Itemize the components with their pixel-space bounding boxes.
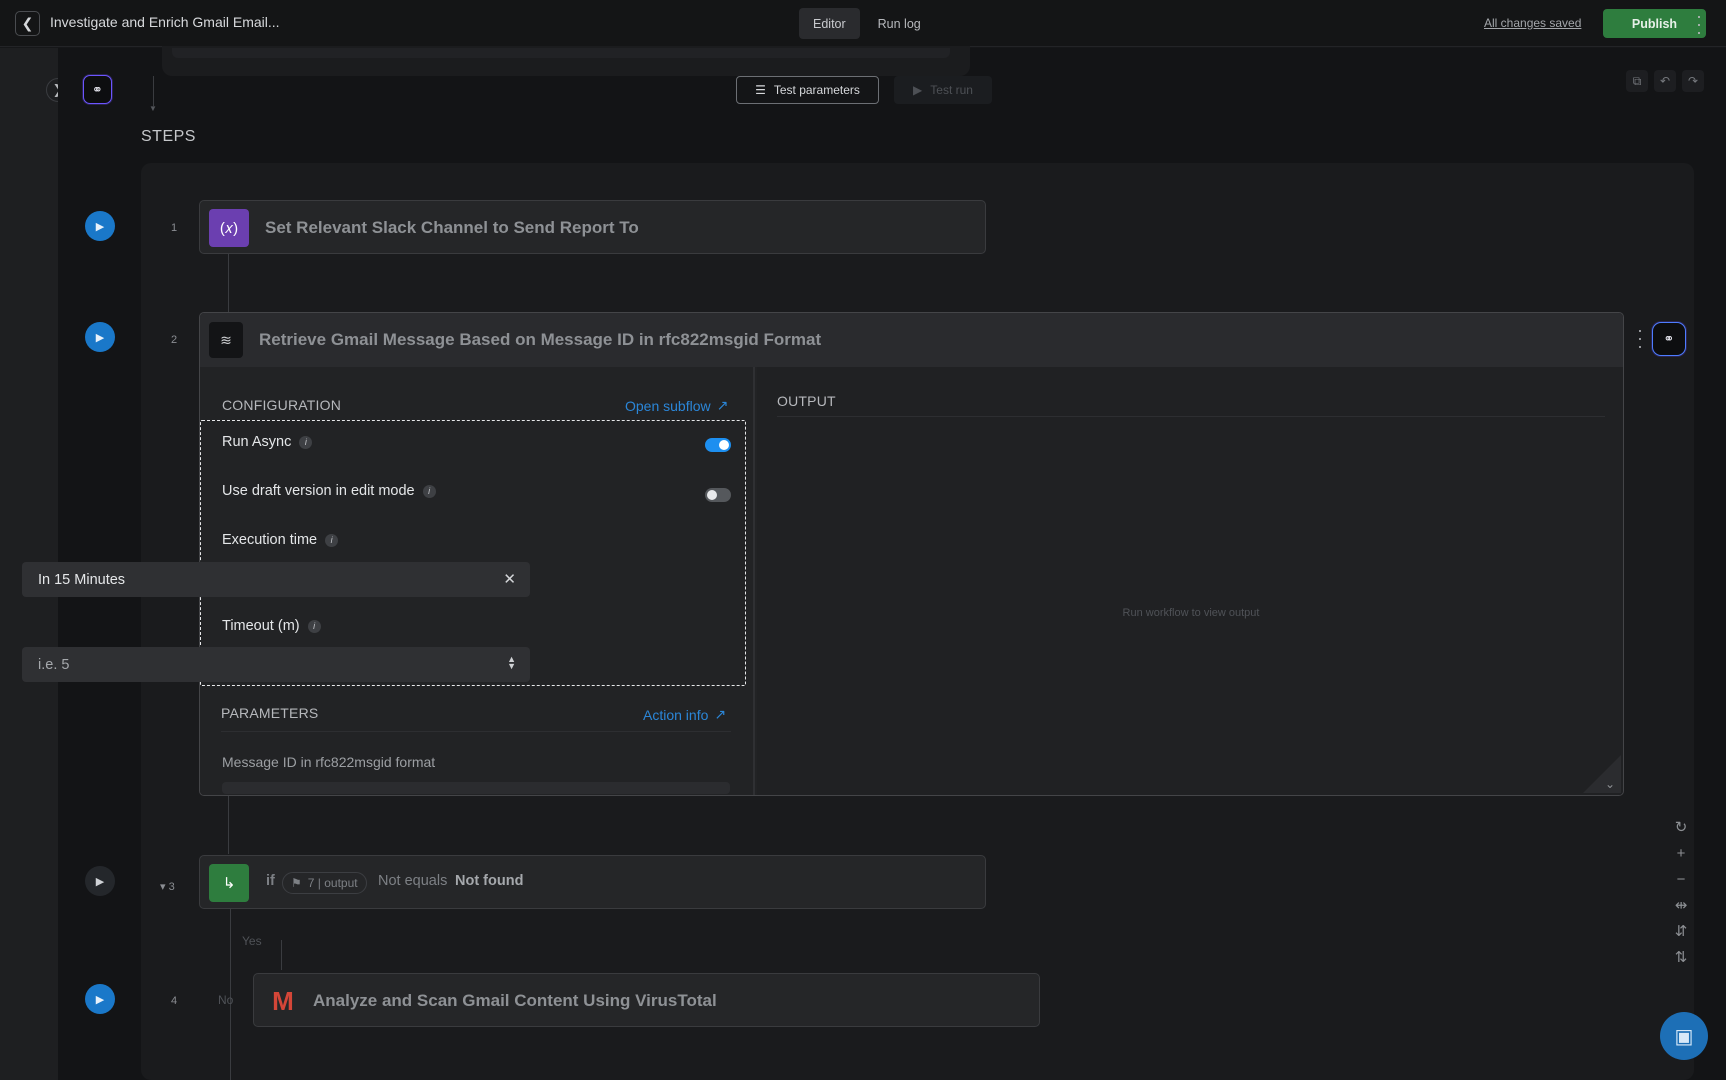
step-title: Analyze and Scan Gmail Content Using Vir… [313,991,717,1010]
draft-version-toggle[interactable] [705,488,731,502]
parameters-heading: PARAMETERS [221,705,319,721]
steps-heading: STEPS [141,128,196,145]
step-number: 2 [171,334,178,346]
run-step-3-button[interactable]: ▶ [85,866,115,896]
tab-editor[interactable]: Editor [799,8,860,39]
connector-line [153,76,154,106]
test-parameters-button[interactable]: ☰ Test parameters [736,76,879,104]
operand-text: Not found [455,873,524,889]
play-icon: ▶ [95,875,105,888]
connector-line [228,254,229,312]
step-card-if-condition[interactable]: ↳ if ⚑ 7 | output Not equals Not found [199,855,986,909]
play-icon: ▶ [95,331,105,344]
info-icon[interactable]: i [299,435,313,449]
external-link-icon: ↗ [714,706,727,722]
divider [221,731,731,732]
view-tabs: Editor Run log [799,8,935,39]
execution-time-label: Execution time i [222,532,339,548]
redo-icon[interactable]: ↷ [1682,70,1704,92]
collapse-all-icon[interactable]: ⇅ [1670,948,1692,966]
external-link-icon: ↗ [716,397,729,413]
step-number: ▾ 3 [160,881,175,893]
fit-width-icon[interactable]: ⇹ [1670,896,1692,914]
message-id-input[interactable] [222,782,730,794]
save-status-link[interactable]: All changes saved [1484,16,1581,30]
collapse-icon[interactable]: ⌄ [1605,777,1615,791]
chevron-left-icon: ❮ [21,15,34,31]
output-panel: OUTPUT Run workflow to view output ⌄ [757,367,1623,795]
play-icon: ▶ [95,993,105,1006]
gmail-icon: M [272,985,294,1016]
back-button[interactable]: ❮ [15,11,40,36]
variable-icon: (𝑥) [209,209,249,247]
run-step-4-button[interactable]: ▶ [85,984,115,1014]
tab-run-log[interactable]: Run log [864,8,935,39]
play-icon: ▶ [913,83,923,97]
configuration-heading: CONFIGURATION [222,397,342,413]
reset-view-icon[interactable]: ↻ [1670,818,1692,836]
chat-icon: ▣ [1674,1025,1694,1048]
operator-text: Not equals [378,873,448,889]
info-icon[interactable]: i [325,533,339,547]
output-empty-message: Run workflow to view output [1122,607,1260,619]
message-id-label: Message ID in rfc822msgid format [222,754,436,770]
list-icon: ☰ [755,83,766,97]
ai-assistant-icon[interactable]: ⚭ [1652,322,1686,356]
play-icon: ▶ [95,220,105,233]
step-number: 1 [171,222,178,234]
run-async-toggle[interactable] [705,438,731,452]
stepper-icon[interactable]: ▲ ▼ [507,655,516,671]
run-step-1-button[interactable]: ▶ [85,211,115,241]
clear-icon[interactable]: ✕ [503,570,516,588]
top-bar: ❮ Investigate and Enrich Gmail Email... … [0,0,1726,47]
canvas-toolbar: ⧉ ↶ ↷ [1626,70,1704,92]
copy-icon[interactable]: ⧉ [1626,70,1648,92]
more-options-icon[interactable]: · · · [1694,7,1704,41]
branch-icon: ↳ [209,864,249,902]
test-run-button[interactable]: ▶ Test run [894,76,992,104]
zoom-in-icon[interactable]: + [1670,844,1692,862]
chat-support-button[interactable]: ▣ [1660,1012,1708,1060]
step-header[interactable]: ≋ Retrieve Gmail Message Based on Messag… [200,313,1623,367]
branch-no-label: No [218,993,234,1007]
connector-line [281,940,282,970]
divider [777,416,1605,417]
fit-height-icon[interactable]: ⇵ [1670,922,1692,940]
branch-yes-label: Yes [242,934,262,948]
publish-button[interactable]: Publish [1603,9,1706,38]
step-title: Retrieve Gmail Message Based on Message … [259,330,822,349]
workflow-title: Investigate and Enrich Gmail Email... [50,14,280,30]
open-subflow-link[interactable]: Open subflow ↗ [625,397,728,414]
undo-icon[interactable]: ↶ [1654,70,1676,92]
zoom-out-icon[interactable]: − [1670,870,1692,888]
step-card-virustotal-scan[interactable]: M Analyze and Scan Gmail Content Using V… [253,973,1040,1027]
info-icon[interactable]: i [422,484,436,498]
run-step-2-button[interactable]: ▶ [85,322,115,352]
resize-handle[interactable] [1583,755,1621,793]
step-number: 4 [171,995,178,1007]
zoom-toolbar: ↻ + − ⇹ ⇵ ⇅ [1668,818,1694,966]
action-info-link[interactable]: Action info ↗ [643,706,726,723]
step-title: Set Relevant Slack Channel to Send Repor… [265,218,639,237]
run-async-label: Run Async i [222,434,313,450]
draft-version-label: Use draft version in edit mode i [222,483,436,499]
ai-assistant-icon[interactable]: ⚭ [83,75,112,104]
subflow-icon: ≋ [209,322,243,358]
info-icon[interactable]: i [307,619,321,633]
output-reference-chip: ⚑ 7 | output [282,872,367,894]
timeout-label: Timeout (m) i [222,618,321,634]
timeout-input[interactable]: i.e. 5 ▲ ▼ [22,647,530,682]
connector-line [228,796,229,854]
step-card-set-slack-channel[interactable]: (𝑥) Set Relevant Slack Channel to Send R… [199,200,986,254]
step-options-icon[interactable]: · · · [1636,321,1644,355]
execution-time-field[interactable]: In 15 Minutes ✕ [22,562,530,597]
arrow-down-icon: ▼ [149,104,157,113]
trigger-card-remnant [162,46,970,76]
flag-icon: ⚑ [291,876,302,890]
output-heading: OUTPUT [777,393,836,409]
